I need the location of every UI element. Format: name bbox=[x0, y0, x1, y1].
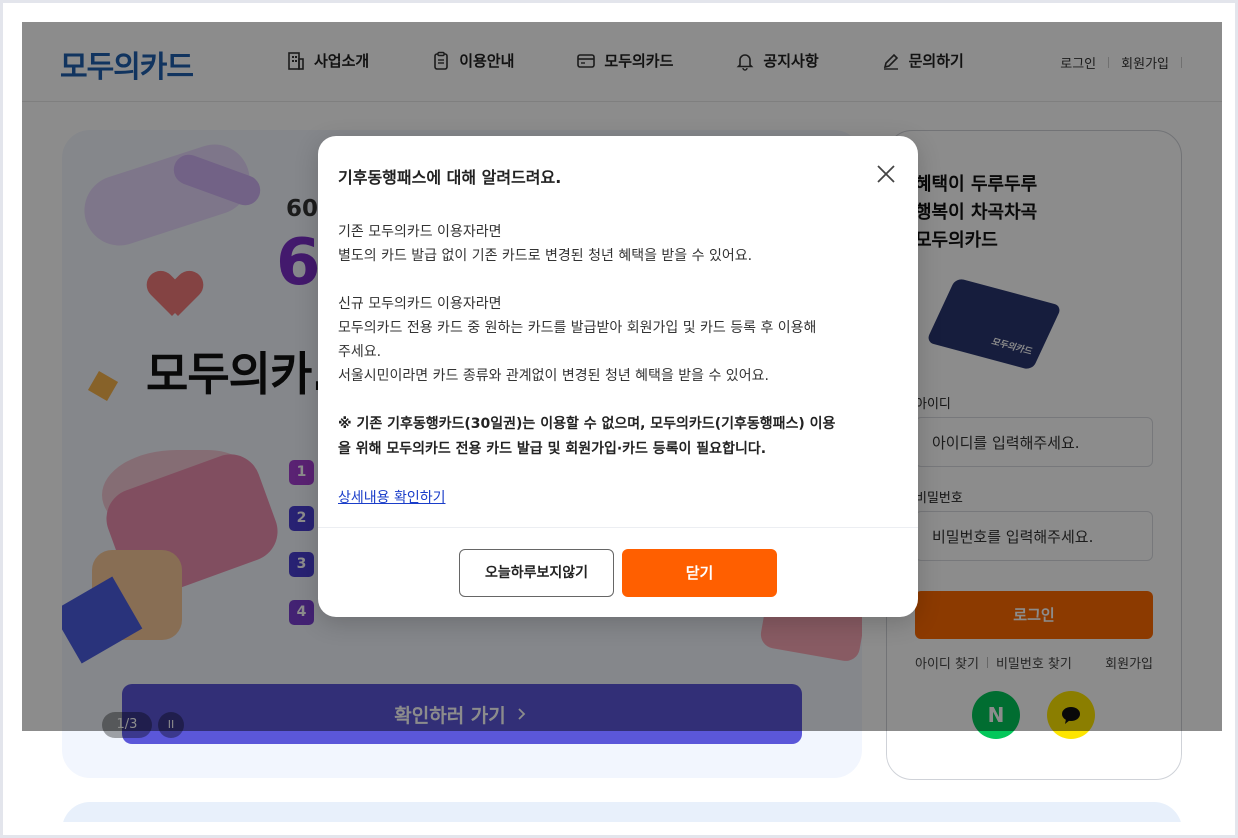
modal-text: ※ 기존 기후동행카드(30일권)는 이용할 수 없으며, 모두의카드(기후동행… bbox=[338, 416, 836, 432]
modal-text: 을 위해 모두의카드 전용 카드 발급 및 회원가입·카드 등록이 필요합니다. bbox=[338, 441, 767, 457]
info-modal: 기후동행패스에 대해 알려드려요. 기존 모두의카드 이용자라면 별도의 카드 … bbox=[318, 136, 918, 617]
modal-text: 별도의 카드 발급 없이 기존 카드로 변경된 청년 혜택을 받을 수 있어요. bbox=[338, 248, 753, 264]
divider bbox=[318, 527, 918, 528]
modal-notice: ※ 기존 기후동행카드(30일권)는 이용할 수 없으며, 모두의카드(기후동행… bbox=[338, 412, 898, 462]
modal-title: 기후동행패스에 대해 알려드려요. bbox=[338, 168, 562, 187]
modal-paragraph: 신규 모두의카드 이용자라면 모두의카드 전용 카드 중 원하는 카드를 발급받… bbox=[338, 292, 898, 388]
dont-show-today-button[interactable]: 오늘하루보지않기 bbox=[459, 549, 614, 597]
modal-text: 서울시민이라면 카드 종류와 관계없이 변경된 청년 혜택을 받을 수 있어요. bbox=[338, 368, 769, 384]
modal-text: 모두의카드 전용 카드 중 원하는 카드를 발급받아 회원가입 및 카드 등록 … bbox=[338, 320, 817, 336]
close-icon[interactable] bbox=[874, 162, 898, 186]
modal-text: 신규 모두의카드 이용자라면 bbox=[338, 296, 502, 312]
close-button[interactable]: 닫기 bbox=[622, 549, 777, 597]
modal-body: 기존 모두의카드 이용자라면 별도의 카드 발급 없이 기존 카드로 변경된 청… bbox=[338, 220, 898, 510]
bottom-section bbox=[62, 802, 1182, 822]
modal-paragraph: 기존 모두의카드 이용자라면 별도의 카드 발급 없이 기존 카드로 변경된 청… bbox=[338, 220, 898, 268]
detail-link[interactable]: 상세내용 확인하기 bbox=[338, 486, 446, 510]
browser-frame: 모두의카드 사업소개 이용안내 모두의카드 공지사항 문의하기 로그인 회원가입… bbox=[0, 0, 1238, 838]
modal-text: 주세요. bbox=[338, 344, 382, 360]
modal-text: 기존 모두의카드 이용자라면 bbox=[338, 224, 502, 240]
